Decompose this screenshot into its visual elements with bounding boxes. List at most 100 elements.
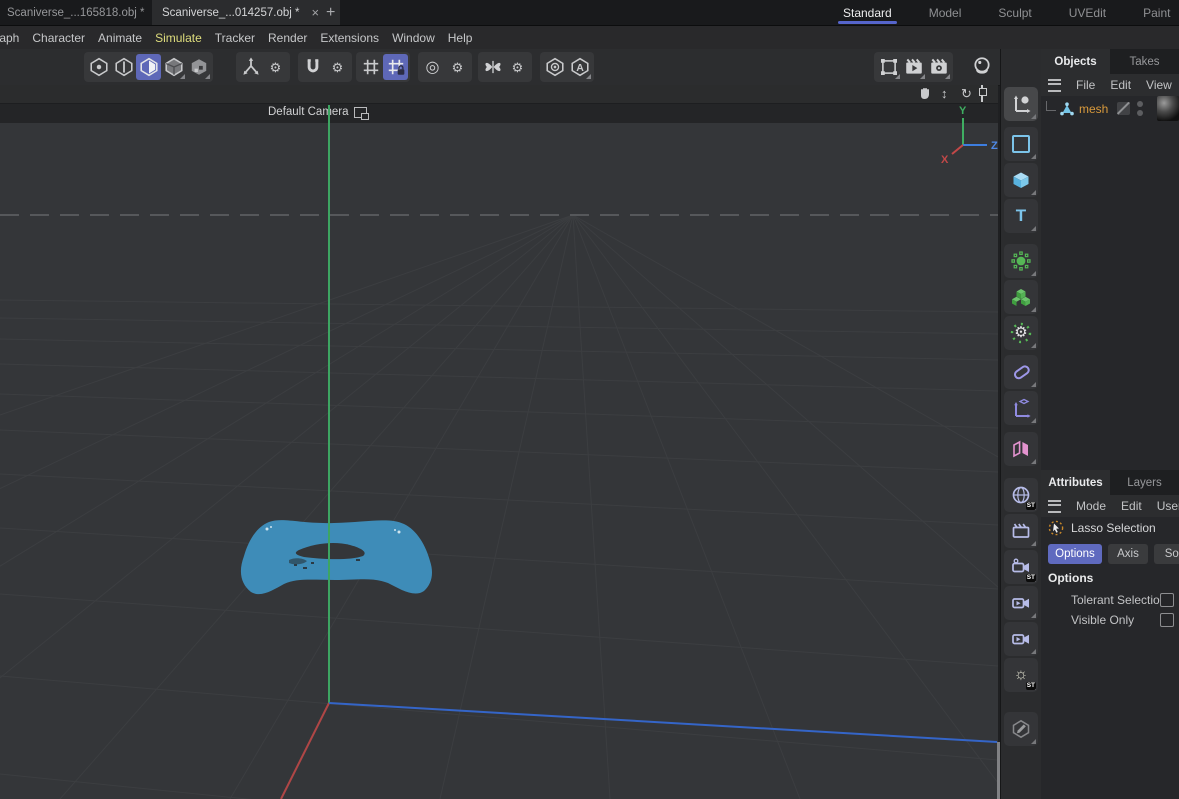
maximize-icon[interactable]	[981, 86, 983, 102]
object-row-mesh[interactable]: mesh	[1041, 96, 1179, 121]
camera-motion-button[interactable]	[1004, 622, 1038, 656]
attributes-menu-edit[interactable]: Edit	[1121, 499, 1142, 513]
symmetry-settings-button[interactable]: ⚙	[505, 54, 530, 80]
visible-only-checkbox[interactable]	[1160, 613, 1174, 627]
tree-branch	[1046, 101, 1056, 111]
edit-toggle-icon[interactable]	[1117, 102, 1130, 115]
camera-bar: Default Camera	[0, 104, 998, 123]
auto-mode-icon: A	[570, 57, 590, 77]
coordinates-tool-button[interactable]	[1004, 87, 1038, 121]
attributes-menu-userdata[interactable]: User D	[1157, 499, 1179, 513]
particle-emitter-button[interactable]	[1004, 244, 1038, 278]
cube-primitive-button[interactable]	[1004, 163, 1038, 197]
sky-object-button[interactable]: ST	[1004, 478, 1038, 512]
objects-menu-edit[interactable]: Edit	[1110, 78, 1131, 92]
tab-attributes[interactable]: Attributes	[1041, 470, 1110, 495]
edges-mode-button[interactable]	[111, 54, 136, 80]
solo-mode-button[interactable]	[542, 54, 567, 80]
layout-tab-paint[interactable]: Paint	[1143, 0, 1170, 25]
polygons-mode-button[interactable]	[136, 54, 161, 80]
file-tab-inactive[interactable]: Scaniverse_...165818.obj *	[0, 0, 168, 25]
snap-settings-button[interactable]: ⚙	[325, 54, 350, 80]
texture-mode-button[interactable]	[186, 54, 211, 80]
pan-icon[interactable]	[918, 87, 932, 100]
menu-item-render[interactable]: Render	[268, 31, 307, 45]
objects-menu-bar: File Edit View O	[1041, 74, 1179, 96]
layout-tab-model[interactable]: Model	[929, 0, 962, 25]
grid-lock-icon	[386, 57, 406, 77]
move-tool-button[interactable]	[238, 54, 263, 80]
menu-item-help[interactable]: Help	[448, 31, 473, 45]
option-tab-soft[interactable]: Soft	[1154, 544, 1179, 564]
mograph-cloner-button[interactable]	[1004, 280, 1038, 314]
tab-layers[interactable]: Layers	[1110, 470, 1179, 495]
menu-item-simulate[interactable]: Simulate	[155, 31, 202, 45]
target-settings-button[interactable]: ⚙	[445, 54, 470, 80]
camera-menu[interactable]: Default Camera	[268, 106, 367, 118]
hamburger-icon[interactable]	[1048, 500, 1061, 513]
cube-icon	[1011, 170, 1031, 190]
layout-tab-sculpt[interactable]: Sculpt	[998, 0, 1031, 25]
grid-button[interactable]	[358, 54, 383, 80]
light-object-button[interactable]: ☼ ST	[1004, 658, 1038, 692]
edit-tool-button[interactable]	[1004, 712, 1038, 746]
tolerant-selection-checkbox[interactable]	[1160, 593, 1174, 607]
objects-menu-view[interactable]: View	[1146, 78, 1172, 92]
grid-lock-button[interactable]	[383, 54, 408, 80]
menu-item-graph[interactable]: Graph	[0, 31, 19, 45]
stage-object-button[interactable]	[1004, 514, 1038, 548]
menu-item-window[interactable]: Window	[392, 31, 435, 45]
symmetry-button[interactable]	[480, 54, 505, 80]
move-tool-settings-button[interactable]: ⚙	[263, 54, 288, 80]
option-tab-axis[interactable]: Axis	[1108, 544, 1148, 564]
hamburger-icon[interactable]	[1048, 79, 1061, 92]
model-mode-button[interactable]	[161, 54, 186, 80]
points-mode-icon	[89, 57, 109, 77]
render-picture-viewer-button[interactable]	[901, 54, 926, 80]
menu-item-animate[interactable]: Animate	[98, 31, 142, 45]
attributes-menu-mode[interactable]: Mode	[1076, 499, 1106, 513]
viewport-scrollbar[interactable]	[997, 742, 1000, 799]
visibility-dots[interactable]	[1137, 101, 1143, 116]
material-thumbnail[interactable]	[1157, 96, 1179, 121]
camera-target-button[interactable]: ST	[1004, 550, 1038, 584]
orbit-icon[interactable]: ↻	[961, 86, 972, 102]
spline-primitive-button[interactable]	[1004, 127, 1038, 161]
simulation-button[interactable]: ⚙	[1004, 316, 1038, 350]
file-tab-active[interactable]: Scaniverse_...014257.obj * ×	[152, 0, 340, 25]
interactive-render-button[interactable]	[969, 53, 994, 79]
viewport[interactable]	[0, 123, 998, 799]
camera-animated-button[interactable]	[1004, 586, 1038, 620]
tool-title: Lasso Selection	[1071, 521, 1156, 535]
option-row: Visible Only	[1071, 613, 1179, 627]
menu-item-character[interactable]: Character	[32, 31, 85, 45]
new-tab-button[interactable]: +	[326, 0, 335, 25]
close-tab-icon[interactable]: ×	[311, 6, 319, 19]
tab-objects[interactable]: Objects	[1041, 49, 1110, 74]
menu-item-tracker[interactable]: Tracker	[215, 31, 255, 45]
text-primitive-button[interactable]: T	[1004, 199, 1038, 233]
st-badge: ST	[1026, 502, 1036, 510]
snap-button[interactable]	[300, 54, 325, 80]
points-mode-button[interactable]	[86, 54, 111, 80]
render-region-button[interactable]	[876, 54, 901, 80]
target-button[interactable]: ◎	[420, 54, 445, 80]
attributes-content: Lasso Selection Options Axis Soft Option…	[1041, 517, 1179, 799]
tab-takes[interactable]: Takes	[1110, 49, 1179, 74]
objects-menu-file[interactable]: File	[1076, 78, 1095, 92]
layout-tab-uvedit[interactable]: UVEdit	[1069, 0, 1106, 25]
model-mode-icon	[164, 57, 184, 77]
bend-deformer-button[interactable]	[1004, 355, 1038, 389]
auto-mode-button[interactable]: A	[567, 54, 592, 80]
workplane-button[interactable]	[1004, 391, 1038, 425]
cinema4d-window: Scaniverse_...165818.obj * Scaniverse_..…	[0, 0, 1179, 799]
text-icon: T	[1016, 207, 1026, 225]
layout-tab-standard[interactable]: Standard	[843, 0, 892, 25]
menu-item-extensions[interactable]: Extensions	[320, 31, 379, 45]
st-badge: ST	[1026, 574, 1036, 582]
dolly-icon[interactable]: ↕	[941, 86, 948, 102]
move-tool-group: ⚙	[236, 52, 290, 82]
render-settings-button[interactable]	[926, 54, 951, 80]
symmetry-object-button[interactable]	[1004, 432, 1038, 466]
option-tab-options[interactable]: Options	[1048, 544, 1102, 564]
